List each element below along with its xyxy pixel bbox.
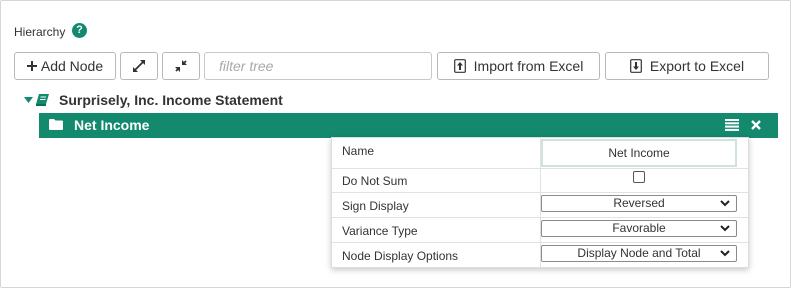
compress-arrows-icon (175, 60, 187, 72)
add-node-label: Add Node (40, 58, 104, 74)
root-node-label: Surprisely, Inc. Income Statement (59, 92, 283, 108)
sign-display-row: Sign Display Reversed (332, 193, 748, 218)
variance-type-label: Variance Type (342, 224, 418, 238)
upload-icon (453, 59, 466, 73)
export-to-excel-button[interactable]: Export to Excel (605, 52, 769, 80)
do-not-sum-row: Do Not Sum (332, 168, 748, 193)
variance-type-select[interactable]: Favorable (541, 220, 737, 237)
import-label: Import from Excel (473, 58, 584, 74)
add-node-button[interactable]: Add Node (14, 52, 116, 80)
chevron-down-icon (720, 225, 730, 232)
expand-arrows-icon (133, 60, 145, 72)
do-not-sum-label: Do Not Sum (342, 174, 408, 188)
hierarchy-label: Hierarchy (14, 25, 66, 39)
sign-display-label: Sign Display (342, 199, 409, 213)
download-icon (630, 59, 642, 73)
node-name-input[interactable] (541, 139, 737, 167)
selected-node-row[interactable]: Net Income (39, 113, 778, 138)
list-icon[interactable] (725, 119, 739, 131)
node-display-options-value: Display Node and Total (577, 246, 701, 260)
expand-all-button[interactable] (120, 52, 158, 80)
book-icon (36, 94, 49, 106)
tree-root[interactable]: Surprisely, Inc. Income Statement (24, 91, 283, 109)
node-properties-panel: Name Do Not Sum Sign Display Reversed Va… (331, 137, 749, 268)
selected-node-label: Net Income (74, 117, 150, 133)
import-from-excel-button[interactable]: Import from Excel (437, 52, 600, 80)
plus-icon (26, 61, 37, 71)
sign-display-select[interactable]: Reversed (541, 195, 737, 212)
filter-tree-input[interactable] (204, 52, 432, 80)
name-label: Name (342, 144, 375, 158)
node-display-options-select[interactable]: Display Node and Total (541, 245, 737, 262)
variance-type-value: Favorable (612, 221, 666, 235)
collapse-all-button[interactable] (162, 52, 200, 80)
close-icon[interactable] (751, 120, 761, 130)
help-icon[interactable]: ? (72, 23, 87, 38)
chevron-down-icon (720, 200, 730, 207)
export-label: Export to Excel (649, 58, 745, 74)
chevron-down-icon (720, 250, 730, 257)
node-display-options-label: Node Display Options (342, 249, 459, 263)
node-display-options-row: Node Display Options Display Node and To… (332, 243, 748, 267)
caret-down-icon[interactable] (24, 97, 33, 103)
variance-type-row: Variance Type Favorable (332, 218, 748, 243)
sign-display-value: Reversed (613, 196, 665, 210)
do-not-sum-checkbox[interactable] (633, 171, 645, 183)
name-row: Name (332, 138, 748, 169)
folder-icon (49, 119, 63, 130)
